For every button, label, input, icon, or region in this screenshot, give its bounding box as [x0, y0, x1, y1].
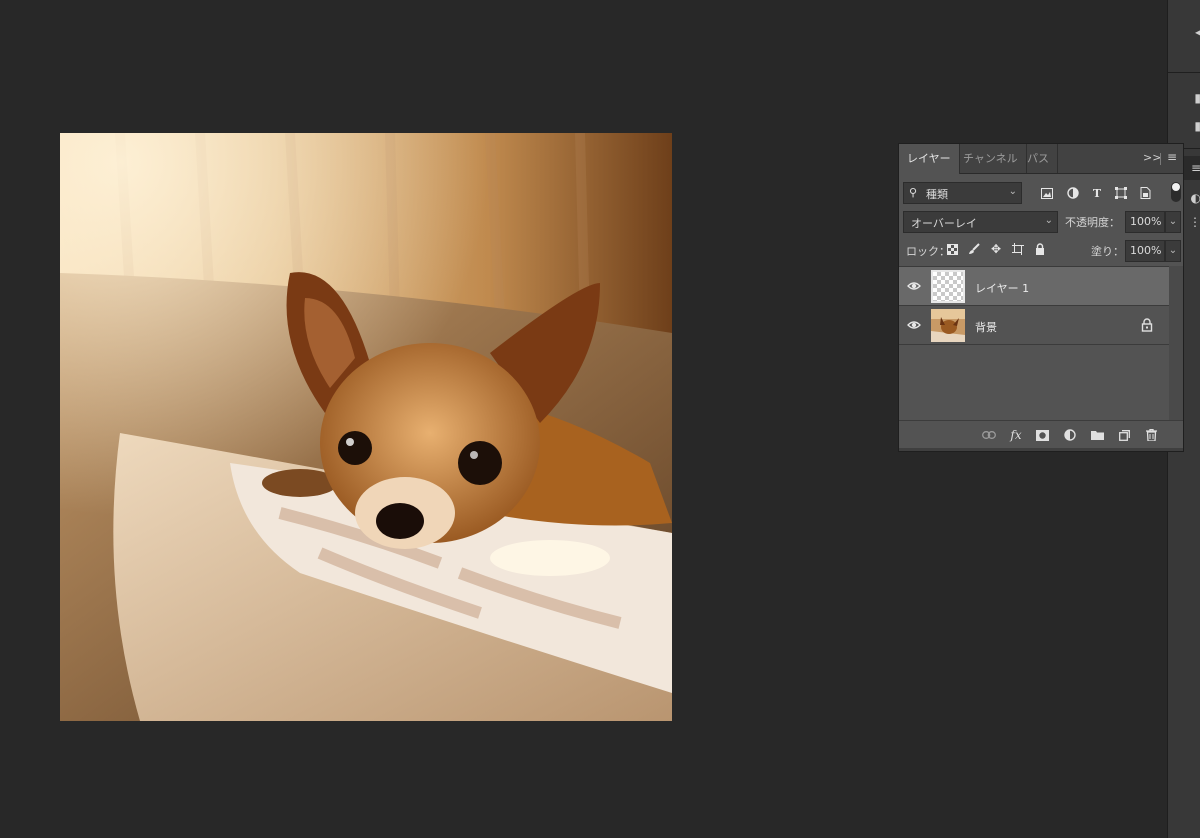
collapsed-tool-icon[interactable]: ◂	[1168, 20, 1200, 44]
fill-label: 塗り：	[1091, 245, 1124, 258]
shape-filter-icon[interactable]	[1113, 185, 1129, 201]
tab-layers[interactable]: レイヤー	[899, 144, 960, 174]
panel-menu-icon[interactable]: ≡	[1167, 150, 1177, 164]
group-folder-icon[interactable]	[1089, 427, 1105, 443]
lock-position-icon[interactable]: ✥	[988, 241, 1004, 257]
chevron-down-icon: ⌄	[1008, 186, 1017, 197]
document-canvas[interactable]	[60, 133, 672, 721]
panel-footer-toolbar: fx	[899, 420, 1183, 449]
smart-object-filter-icon[interactable]	[1137, 185, 1153, 201]
tab-divider	[1160, 153, 1161, 165]
type-filter-icon[interactable]: T	[1089, 185, 1105, 201]
tab-paths[interactable]: パス	[1019, 144, 1058, 173]
fill-input[interactable]: 100%	[1125, 240, 1165, 262]
link-layers-icon[interactable]	[981, 427, 997, 443]
filter-kind-label: 種類	[926, 188, 948, 201]
adjustment-filter-icon[interactable]	[1065, 185, 1081, 201]
layer-mask-icon[interactable]	[1034, 427, 1050, 443]
lock-all-icon[interactable]	[1032, 241, 1048, 257]
layer-name[interactable]: 背景	[975, 319, 997, 335]
visibility-eye-icon[interactable]	[907, 318, 921, 332]
dock-separator	[1168, 72, 1200, 73]
opacity-label: 不透明度：	[1065, 216, 1120, 229]
visibility-eye-icon[interactable]	[907, 279, 921, 293]
layer-list-scrollbar[interactable]	[1169, 266, 1183, 420]
layer-row-background[interactable]: 背景	[899, 306, 1169, 345]
opacity-value: 100%	[1130, 215, 1162, 228]
fill-slider-dropdown[interactable]: ⌄	[1165, 240, 1181, 262]
opacity-input[interactable]: 100%	[1125, 211, 1165, 233]
collapse-panel-icon[interactable]: >>	[1143, 151, 1161, 164]
panel-tab-bar: レイヤー チャンネル パス >> ≡	[899, 144, 1183, 174]
history-panel-icon[interactable]: ▮	[1168, 114, 1200, 138]
tab-channels[interactable]: チャンネル	[955, 144, 1027, 173]
layer-name[interactable]: レイヤー 1	[975, 280, 1029, 296]
layer-thumbnail-transparent	[931, 270, 965, 303]
search-icon: ⚲	[909, 186, 918, 199]
chihuahua-photo	[60, 133, 672, 721]
chevron-down-icon: ⌄	[1044, 215, 1053, 226]
properties-panel-icon[interactable]: ▮	[1168, 86, 1200, 110]
layer-lock-icon[interactable]	[1141, 318, 1153, 332]
filter-kind-select[interactable]: ⚲ 種類 ⌄	[903, 182, 1022, 204]
blend-mode-value: オーバーレイ	[911, 217, 977, 230]
layers-panel: レイヤー チャンネル パス >> ≡ ⚲ 種類 ⌄ T オーバーレイ ⌄ 不透明…	[898, 143, 1184, 452]
blend-mode-select[interactable]: オーバーレイ ⌄	[903, 211, 1058, 233]
image-filter-icon[interactable]	[1039, 185, 1055, 201]
layer-thumbnail-photo	[931, 309, 965, 342]
filter-toggle-switch[interactable]	[1171, 182, 1181, 202]
fill-value: 100%	[1130, 244, 1162, 257]
delete-layer-icon[interactable]	[1143, 427, 1159, 443]
layer-row-layer-1[interactable]: レイヤー 1	[899, 267, 1169, 306]
lock-artboard-icon[interactable]	[1010, 241, 1026, 257]
lock-image-icon[interactable]	[966, 241, 982, 257]
opacity-slider-dropdown[interactable]: ⌄	[1165, 211, 1181, 233]
lock-transparent-icon[interactable]	[944, 241, 960, 257]
panel-resize-grip[interactable]	[899, 448, 1183, 451]
layer-list: レイヤー 1 背景	[899, 266, 1169, 421]
new-layer-icon[interactable]	[1116, 427, 1132, 443]
adjustment-layer-icon[interactable]	[1062, 427, 1078, 443]
fx-icon[interactable]: fx	[1008, 427, 1024, 443]
